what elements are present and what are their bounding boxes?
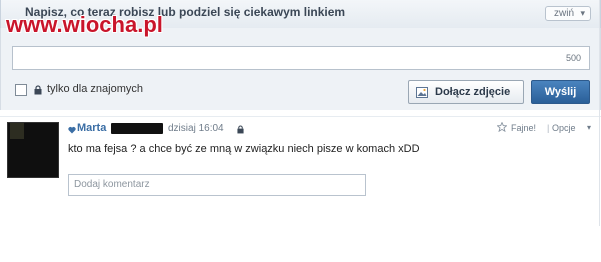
separator: | [547, 123, 550, 133]
send-button[interactable]: Wyślij [531, 80, 590, 104]
chevron-down-icon: ▾ [580, 8, 585, 18]
lock-icon [237, 125, 244, 134]
status-input[interactable]: 500 [12, 46, 590, 70]
chevron-down-icon[interactable]: ▾ [587, 123, 591, 132]
watermark-logo: www.wiocha.pl [6, 12, 163, 37]
post-timestamp[interactable]: dzisiaj 16:04 [168, 123, 224, 134]
collapse-label: zwiń [554, 8, 575, 19]
post-text: kto ma fejsa ? a chce być ze mną w związ… [68, 143, 420, 155]
composer-panel: 500 tylko dla znajomych Dołącz zdjęcie W… [0, 28, 601, 110]
redacted-surname [111, 123, 163, 134]
options-button[interactable]: Opcje [552, 123, 576, 133]
image-icon [416, 87, 428, 98]
heart-icon [68, 127, 76, 134]
like-button[interactable]: Fajne! [511, 123, 536, 133]
panel-border [599, 0, 600, 226]
attach-photo-label: Dołącz zdjęcie [435, 86, 511, 98]
status-post: Marta dzisiaj 16:04 Fajne! | Opcje ▾ kto… [0, 118, 601, 208]
friends-only-label: tylko dla znajomych [47, 83, 143, 95]
attach-photo-button[interactable]: Dołącz zdjęcie [408, 80, 524, 104]
post-author[interactable]: Marta [77, 122, 106, 134]
lock-icon [34, 85, 42, 95]
avatar-highlight [10, 123, 24, 139]
avatar[interactable] [7, 122, 59, 178]
comment-input[interactable]: Dodaj komentarz [68, 174, 366, 196]
divider [0, 116, 601, 117]
char-counter: 500 [565, 53, 581, 63]
friends-only-checkbox[interactable] [15, 84, 27, 96]
status-widget: Napisz, co teraz robisz lub podziel się … [0, 0, 601, 262]
star-icon[interactable] [497, 122, 507, 132]
collapse-button[interactable]: zwiń ▾ [545, 6, 591, 21]
